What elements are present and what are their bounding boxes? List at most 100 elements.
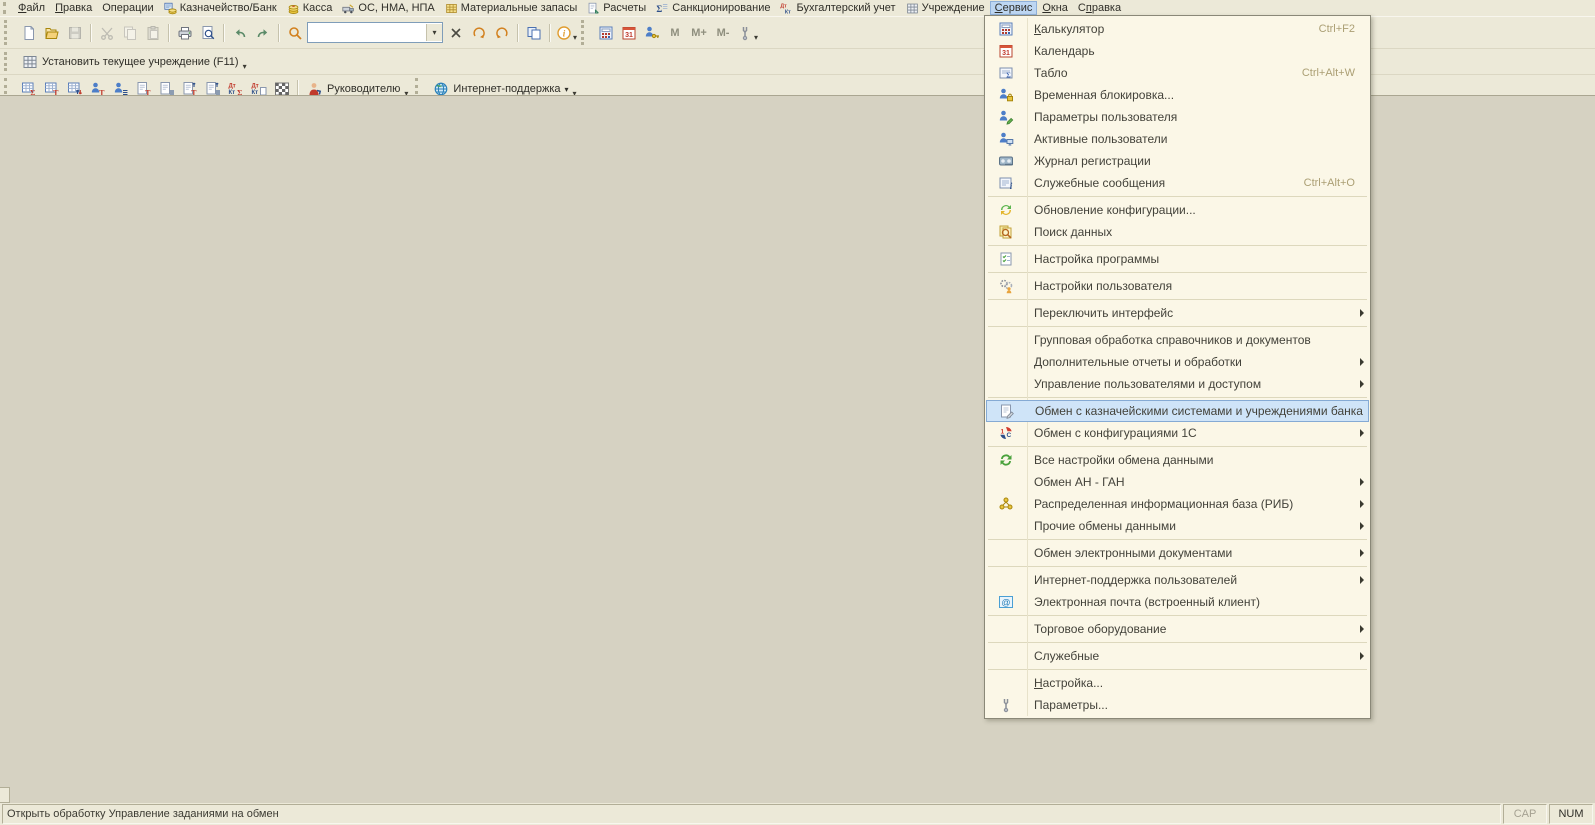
building-icon [906,2,919,15]
menubar-item-windows[interactable]: Окна [1037,1,1073,15]
menubar-item-help[interactable]: Справка [1073,1,1126,15]
find-next-button[interactable] [467,22,490,44]
menubar-item-treasury-bank[interactable]: Казначейство/Банк [159,1,282,16]
menu-item-active-users[interactable]: Активные пользователи [986,128,1369,150]
menu-item-switch-interface[interactable]: Переключить интерфейс [986,302,1369,324]
menubar-item-cash[interactable]: Касса [282,1,338,16]
menu-item-exchange-1c[interactable]: 1СОбмен с конфигурациями 1С [986,422,1369,444]
menubar-item-materials[interactable]: Материальные запасы [440,1,583,16]
window-copy-button[interactable] [522,22,545,44]
menu-item-setup[interactable]: Настройка... [986,672,1369,694]
menu-item-label: Табло [1034,66,1068,80]
menu-item-parameters[interactable]: Параметры... [986,694,1369,716]
save-button[interactable] [63,22,86,44]
memory-minus-button[interactable]: M- [711,22,735,44]
menu-item-user-params[interactable]: Параметры пользователя [986,106,1369,128]
menu-item-internet-support-users[interactable]: Интернет-поддержка пользователей [986,569,1369,591]
menu-item-edoc-exchange[interactable]: Обмен электронными документами [986,542,1369,564]
menubar-item-label: Операции [102,2,153,14]
collapsed-panel-stub[interactable] [0,787,10,803]
menu-item-email-client[interactable]: @Электронная почта (встроенный клиент) [986,591,1369,613]
menu-item-user-access-management[interactable]: Управление пользователями и доступом [986,373,1369,395]
toolbar-separator [90,24,91,42]
clear-search-button[interactable] [444,22,467,44]
toolbar-drag-handle[interactable] [4,52,13,71]
menu-icon-placeholder [988,354,1024,371]
calendar-button[interactable]: 31 [617,22,640,44]
print-preview-button[interactable] [196,22,219,44]
about-button[interactable]: i▾ [554,22,579,44]
menu-item-label: Активные пользователи [1034,132,1167,146]
toolbar-drag-handle[interactable] [4,20,13,45]
copy-button[interactable] [118,22,141,44]
redo-button[interactable] [251,22,274,44]
menu-item-other-exchanges[interactable]: Прочие обмены данными [986,515,1369,537]
menubar-item-institution[interactable]: Учреждение [901,1,990,16]
open-button[interactable] [40,22,63,44]
menubar-item-label: Санкционирование [672,2,770,14]
search-dropdown-button[interactable]: ▾ [426,24,442,41]
menubar-item-operations[interactable]: Операции [97,1,158,15]
menu-item-program-settings[interactable]: Настройка программы [986,248,1369,270]
printer-icon [177,25,193,41]
menu-item-an-gan-exchange[interactable]: Обмен АН - ГАН [986,471,1369,493]
menubar-item-label: Материальные запасы [461,2,578,14]
memory-plus-button[interactable]: M+ [687,22,711,44]
memory-button[interactable]: M [663,22,687,44]
menu-item-temp-lock[interactable]: Временная блокировка... [986,84,1369,106]
menu-item-trade-equipment[interactable]: Торговое оборудование [986,618,1369,640]
menu-item-calculator[interactable]: КалькуляторCtrl+F2 [986,18,1369,40]
menu-item-service-tools[interactable]: Служебные [986,645,1369,667]
status-message: Открыть обработку Управление заданиями н… [2,804,1501,824]
menu-item-group-processing[interactable]: Групповая обработка справочников и докум… [986,329,1369,351]
print-button[interactable] [173,22,196,44]
menubar-item-service[interactable]: Сервис [990,1,1038,15]
undo-button[interactable] [228,22,251,44]
service-settings-button[interactable]: ▾ [735,22,760,44]
paste-button[interactable] [141,22,164,44]
search-input[interactable] [308,25,426,40]
menu-separator [988,196,1367,197]
menubar-item-accounting[interactable]: ДтКтБухгалтерский учет [775,1,900,16]
calendar31-icon: 31 [988,43,1024,60]
menubar-item-label: Сервис [995,2,1033,14]
menu-item-config-update[interactable]: Обновление конфигурации... [986,199,1369,221]
menubar-item-edit[interactable]: Правка [50,1,97,15]
menu-item-label: Торговое оборудование [1034,622,1166,636]
temp-lock-button[interactable] [640,22,663,44]
menu-separator [988,615,1367,616]
menu-item-calendar[interactable]: 31Календарь [986,40,1369,62]
cut-button[interactable] [95,22,118,44]
menu-item-service-messages[interactable]: iСлужебные сообщенияCtrl+Alt+O [986,172,1369,194]
menu-item-label: Калькулятор [1034,22,1104,36]
menu-item-user-settings[interactable]: Настройки пользователя [986,275,1369,297]
menu-item-rib[interactable]: Распределенная информационная база (РИБ) [986,493,1369,515]
menu-item-treasury-exchange[interactable]: Обмен с казначейскими системами и учрежд… [986,400,1369,422]
menu-item-label: Настройка программы [1034,252,1159,266]
search-button[interactable] [283,22,306,44]
menubar-item-label: Учреждение [922,2,985,14]
menubar-item-os-nma-npa[interactable]: ОС, НМА, НПА [337,1,439,16]
calculator-button[interactable] [594,22,617,44]
copies-blue-icon [526,25,542,41]
menubar-item-file[interactable]: Файл [13,1,50,15]
menu-item-additional-reports[interactable]: Дополнительные отчеты и обработки [986,351,1369,373]
new-document-button[interactable] [17,22,40,44]
calendar31-icon: 31 [621,25,637,41]
scissors-icon [99,25,115,41]
info-icon: i [556,25,572,41]
xmark-icon [448,25,464,41]
menu-item-registration-journal[interactable]: Журнал регистрации [986,150,1369,172]
toolbar-drag-handle[interactable] [581,20,590,45]
menu-separator [988,669,1367,670]
menubar-item-calculations[interactable]: Расчеты [582,1,651,16]
doc-new-icon [21,25,37,41]
wrench-icon [988,697,1024,714]
menu-item-data-search[interactable]: Поиск данных [986,221,1369,243]
dropdown-arrow-icon: ▾ [573,33,577,43]
menu-item-tablo[interactable]: ΣТаблоCtrl+Alt+W [986,62,1369,84]
set-current-institution-button[interactable]: Установить текущее учреждение (F11)▾ [17,51,252,73]
menu-item-all-exchange-settings[interactable]: Все настройки обмена данными [986,449,1369,471]
menubar-item-authorization[interactable]: ΣСанкционирование [651,1,775,16]
find-prev-button[interactable] [490,22,513,44]
